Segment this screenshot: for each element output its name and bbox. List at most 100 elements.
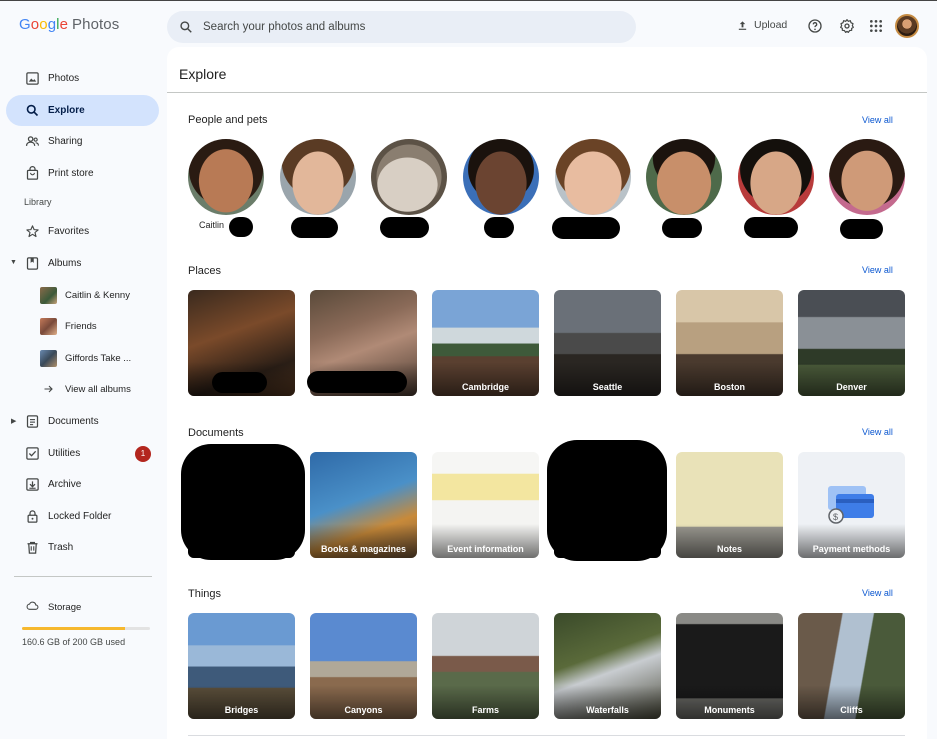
sidebar-item-archive[interactable]: Archive xyxy=(6,469,159,500)
card-label: Cliffs xyxy=(798,685,905,719)
sidebar-item-trash[interactable]: Trash xyxy=(6,532,159,563)
person-thumbnail[interactable] xyxy=(646,139,722,215)
person-name: Caitlin xyxy=(199,220,225,230)
google-photos-logo[interactable]: Google Photos xyxy=(19,16,119,33)
sidebar-item-label: Favorites xyxy=(48,226,90,237)
logo-letter: o xyxy=(39,16,48,33)
redaction-mark xyxy=(307,371,407,393)
star-icon xyxy=(26,225,39,238)
card-label: Cambridge xyxy=(432,362,539,396)
card-label: Seattle xyxy=(554,362,661,396)
search-icon xyxy=(26,104,39,117)
person-thumbnail[interactable] xyxy=(829,139,905,215)
notification-badge: 1 xyxy=(135,446,151,462)
view-all-albums-label: View all albums xyxy=(65,383,131,395)
album-item-giffords[interactable]: Giffords Take ... xyxy=(40,348,131,368)
sidebar-item-label: Photos xyxy=(48,73,80,84)
album-item-friends[interactable]: Friends xyxy=(40,316,97,336)
place-card[interactable]: Boston xyxy=(676,290,783,396)
search-bar[interactable] xyxy=(167,11,636,43)
redaction-mark xyxy=(744,217,798,238)
upload-button[interactable]: Upload xyxy=(737,19,787,31)
storage-link[interactable]: Storage xyxy=(48,602,81,613)
chevron-down-icon[interactable]: ▼ xyxy=(10,259,17,266)
sidebar-item-sharing[interactable]: Sharing xyxy=(6,126,159,157)
document-card[interactable]: $ Payment methods xyxy=(798,452,905,558)
place-card[interactable]: Seattle xyxy=(554,290,661,396)
document-card[interactable]: Notes xyxy=(676,452,783,558)
sidebar-item-albums[interactable]: ▼ Albums xyxy=(6,248,159,279)
logo-letter: o xyxy=(30,16,40,33)
section-title-people: People and pets xyxy=(188,114,268,126)
logo-suffix: Photos xyxy=(72,16,120,33)
redaction-mark xyxy=(484,217,514,238)
place-card[interactable]: Cambridge xyxy=(432,290,539,396)
document-card[interactable]: Event information xyxy=(432,452,539,558)
apps-grid-icon[interactable] xyxy=(868,18,884,34)
album-thumbnail xyxy=(40,286,57,304)
person-thumbnail[interactable] xyxy=(555,139,631,215)
sidebar-item-explore[interactable]: Explore xyxy=(6,95,159,126)
document-card[interactable]: Books & magazines xyxy=(310,452,417,558)
album-label: Caitlin & Kenny xyxy=(65,289,130,301)
view-all-people-link[interactable]: View all xyxy=(862,115,893,125)
thing-card[interactable]: Farms xyxy=(432,613,539,719)
main-content: Explore People and pets View all Caitlin… xyxy=(167,47,927,739)
redaction-mark xyxy=(840,219,883,239)
card-label: Farms xyxy=(432,685,539,719)
trash-icon xyxy=(27,541,38,554)
section-divider xyxy=(188,735,905,736)
sidebar-item-label: Explore xyxy=(48,105,85,116)
sidebar-item-label: Trash xyxy=(48,542,74,553)
view-all-things-link[interactable]: View all xyxy=(862,588,893,598)
album-label: Friends xyxy=(65,320,97,332)
redaction-mark xyxy=(380,217,429,238)
sidebar-item-print-store[interactable]: Print store xyxy=(6,158,159,189)
chevron-right-icon[interactable]: ▶ xyxy=(11,417,16,425)
search-icon xyxy=(180,21,192,33)
top-app-bar: GooglePhotos Upload xyxy=(0,0,937,50)
search-input[interactable] xyxy=(203,11,623,43)
place-card[interactable]: Denver xyxy=(798,290,905,396)
sidebar-item-photos[interactable]: Photos xyxy=(6,63,159,94)
arrow-right-icon xyxy=(44,385,53,393)
sidebar-item-favorites[interactable]: Favorites xyxy=(6,216,159,247)
view-all-places-link[interactable]: View all xyxy=(862,265,893,275)
person-thumbnail[interactable] xyxy=(738,139,814,215)
person-thumbnail[interactable] xyxy=(188,139,264,215)
sidebar-item-locked-folder[interactable]: Locked Folder xyxy=(6,501,159,532)
settings-gear-icon[interactable] xyxy=(839,18,855,34)
pet-thumbnail[interactable] xyxy=(371,139,447,215)
person-thumbnail[interactable] xyxy=(280,139,356,215)
card-label: Monuments xyxy=(676,685,783,719)
logo-letter: g xyxy=(47,16,57,33)
sidebar-item-documents[interactable]: ▶ Documents xyxy=(6,406,159,437)
sidebar-item-label: Print store xyxy=(48,168,94,179)
view-all-albums-link[interactable]: View all albums xyxy=(40,379,131,399)
account-avatar[interactable] xyxy=(895,14,919,38)
thing-card[interactable]: Bridges xyxy=(188,613,295,719)
sidebar-item-label: Utilities xyxy=(48,448,81,459)
thing-card[interactable]: Canyons xyxy=(310,613,417,719)
sidebar-item-label: Archive xyxy=(48,479,82,490)
redaction-mark xyxy=(547,440,667,561)
help-icon[interactable] xyxy=(807,18,823,34)
section-title-documents: Documents xyxy=(188,427,244,439)
album-item-caitlin-kenny[interactable]: Caitlin & Kenny xyxy=(40,285,130,305)
redaction-mark xyxy=(662,218,702,238)
view-all-documents-link[interactable]: View all xyxy=(862,427,893,437)
thing-card[interactable]: Waterfalls xyxy=(554,613,661,719)
thing-card[interactable]: Monuments xyxy=(676,613,783,719)
card-label: Bridges xyxy=(188,685,295,719)
section-title-places: Places xyxy=(188,265,222,277)
card-label: Waterfalls xyxy=(554,685,661,719)
thing-card[interactable]: Cliffs xyxy=(798,613,905,719)
photo-icon xyxy=(26,72,39,85)
page-title: Explore xyxy=(179,66,227,82)
checkbox-icon xyxy=(26,447,39,460)
storage-progress-bar xyxy=(22,627,150,630)
document-icon xyxy=(26,415,39,428)
card-label: Event information xyxy=(432,524,539,558)
library-section-label: Library xyxy=(24,197,52,207)
person-thumbnail[interactable] xyxy=(463,139,539,215)
